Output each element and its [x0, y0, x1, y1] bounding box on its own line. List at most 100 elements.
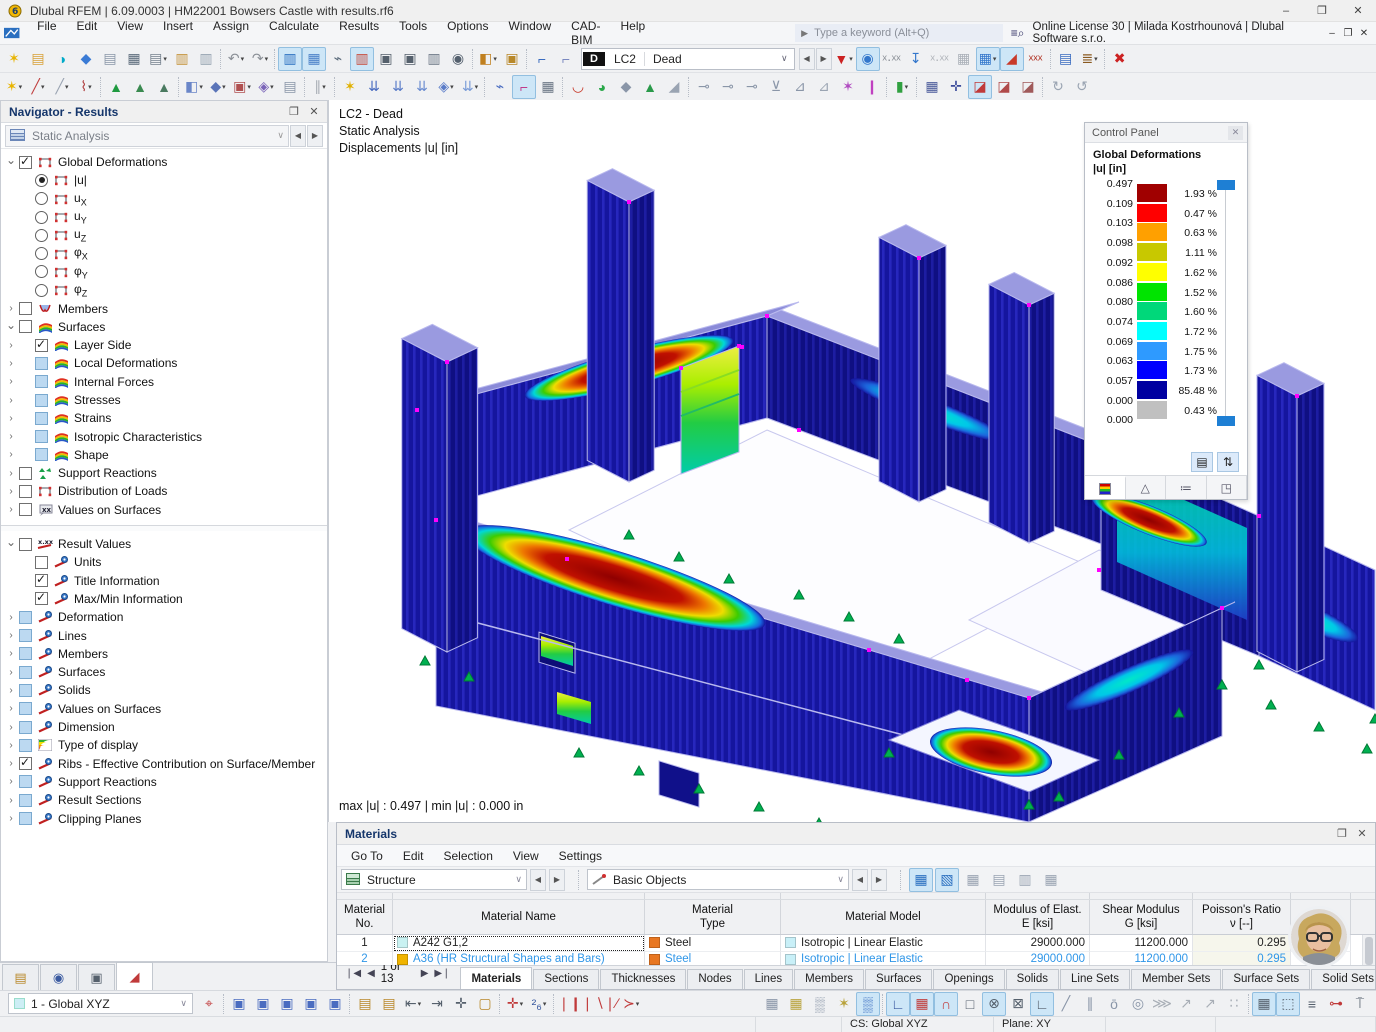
column-header[interactable]: Material Type: [645, 900, 781, 934]
sel-marquee-icon[interactable]: ⬚: [1276, 991, 1300, 1016]
display-item-values-on-surfaces[interactable]: › Values on Surfaces: [3, 700, 327, 718]
checkbox[interactable]: [19, 775, 32, 789]
report-icon[interactable]: ▥: [194, 47, 218, 71]
results-item-z[interactable]: φZ: [3, 281, 327, 299]
snap-box-icon[interactable]: ⊠: [1006, 992, 1030, 1016]
checkbox[interactable]: [35, 555, 48, 569]
tab-navigator[interactable]: ▤: [2, 964, 39, 990]
results-item-local-deformations[interactable]: › Local Deformations: [3, 354, 327, 372]
results-item-distribution-of-loads[interactable]: › Distribution of Loads: [3, 482, 327, 500]
expand-icon[interactable]: ›: [3, 703, 19, 714]
mesh-icon[interactable]: ▦: [920, 75, 944, 99]
new-line-icon[interactable]: ╱ ▾: [26, 75, 50, 99]
checkbox[interactable]: [35, 375, 48, 389]
grid-snap-icon[interactable]: ▦: [910, 991, 934, 1016]
display-item-solids[interactable]: › Solids: [3, 681, 327, 699]
tab-ribs[interactable]: ◳: [1207, 476, 1247, 499]
chart-icon[interactable]: ⌁: [488, 75, 512, 99]
column-header[interactable]: Material Model: [781, 900, 986, 934]
minimize-button[interactable]: –: [1268, 0, 1304, 22]
checkbox[interactable]: [19, 466, 32, 480]
table-tab-surface-sets[interactable]: Surface Sets: [1222, 969, 1311, 989]
table-tab-solids[interactable]: Solids: [1005, 969, 1059, 989]
expand-icon[interactable]: ›: [3, 376, 19, 387]
display-item-ribs-effective-contribution-on-surface-member[interactable]: › Ribs - Effective Contribution on Surfac…: [3, 755, 327, 773]
end-release-icon[interactable]: ⊿: [812, 75, 836, 99]
table-tab-solid-sets[interactable]: Solid Sets: [1311, 969, 1375, 989]
expand-icon[interactable]: ›: [3, 413, 19, 424]
nodal-support-icon[interactable]: ▲: [104, 75, 128, 99]
clip-xy-icon[interactable]: ◪: [968, 74, 992, 99]
ghost-structure-icon[interactable]: ▦: [952, 47, 976, 71]
show-results-icon[interactable]: ◉: [855, 46, 880, 71]
checkbox[interactable]: [19, 738, 32, 752]
magic-wand-icon[interactable]: ✶: [836, 75, 860, 99]
values-deformed-icon[interactable]: ˣ·ˣˣ: [928, 47, 952, 71]
new-opening-icon[interactable]: ▣ ▾: [230, 75, 254, 99]
table-group-select[interactable]: Structure ∨: [341, 869, 527, 890]
sel-grid-icon[interactable]: ▦: [1252, 991, 1276, 1016]
checkbox[interactable]: [19, 302, 32, 316]
table-tab-sections[interactable]: Sections: [533, 969, 600, 989]
table-edit-icon[interactable]: ▤: [987, 868, 1011, 892]
results-item-surfaces[interactable]: ⌄ Surfaces: [3, 318, 327, 336]
expand-icon[interactable]: ›: [3, 776, 19, 787]
member-diagram-icon[interactable]: ◡: [566, 75, 590, 99]
doc-restore-button[interactable]: ❐: [1340, 28, 1356, 39]
work-plane-icon[interactable]: ⌖: [197, 992, 221, 1016]
hinge-1-icon[interactable]: ⊸: [692, 75, 716, 99]
result-values-icon[interactable]: ˣ·ˣˣ: [880, 47, 904, 71]
expand-icon[interactable]: ›: [3, 795, 19, 806]
snap-ext3-icon[interactable]: ↗: [1198, 992, 1222, 1016]
pin-drop-icon[interactable]: ❙: [860, 75, 884, 99]
navigator-float-button[interactable]: ❐: [285, 105, 303, 118]
undo-icon[interactable]: ↶ ▾: [224, 47, 248, 71]
analysis-prev-button[interactable]: ◀: [290, 124, 306, 147]
member-load-icon[interactable]: ⇊: [362, 75, 386, 99]
rotate-ccw-icon[interactable]: ↺: [1070, 75, 1094, 99]
results-item-support-reactions[interactable]: › Support Reactions: [3, 464, 327, 482]
move-icon[interactable]: ▣: [227, 992, 251, 1016]
display-item-title-information[interactable]: Title Information: [3, 572, 327, 590]
analysis-type-select[interactable]: Static Analysis ∨: [5, 124, 289, 147]
last-page-button[interactable]: ▶❘: [434, 968, 450, 979]
list-table-icon[interactable]: ▥: [422, 47, 446, 71]
model-viewport[interactable]: LC2 - Dead Static Analysis Displacements…: [328, 100, 1376, 822]
new-block-icon[interactable]: ◈ ▾: [254, 75, 278, 99]
checkbox[interactable]: [19, 665, 32, 679]
results-item-isotropic-characteristics[interactable]: › Isotropic Characteristics: [3, 427, 327, 445]
expand-icon[interactable]: ›: [3, 431, 19, 442]
pick-icon[interactable]: ✛: [449, 992, 473, 1016]
first-page-button[interactable]: ❘◀: [345, 968, 361, 979]
new-model-icon[interactable]: ✶: [2, 47, 26, 71]
cell-material-name[interactable]: A242 G1,2: [393, 935, 645, 952]
clip-yz-icon[interactable]: ◪: [992, 75, 1016, 99]
ortho-icon[interactable]: ∟: [886, 991, 910, 1016]
result-on-deformed-icon[interactable]: ↧: [904, 47, 928, 71]
rotate-icon[interactable]: ▣: [251, 992, 275, 1016]
table-tab-line-sets[interactable]: Line Sets: [1060, 969, 1130, 989]
materials-menu-view[interactable]: View: [505, 847, 551, 865]
load-case-prev-button[interactable]: ◀: [798, 47, 815, 70]
table-grid-icon[interactable]: ▦: [302, 46, 326, 71]
snap-dots-icon[interactable]: ∷: [1222, 992, 1246, 1016]
materials-menu-settings[interactable]: Settings: [551, 847, 614, 865]
radio-button[interactable]: [35, 283, 48, 297]
expand-icon[interactable]: ›: [3, 813, 19, 824]
display-item-support-reactions[interactable]: › Support Reactions: [3, 773, 327, 791]
column-header[interactable]: Material No.: [337, 900, 393, 934]
new-surface-icon[interactable]: ◧ ▾: [182, 75, 206, 99]
table-tab-surfaces[interactable]: Surfaces: [865, 969, 933, 989]
eccentricity-icon[interactable]: ⊻: [764, 75, 788, 99]
tab-camera[interactable]: ▣: [78, 964, 115, 990]
support-results-icon[interactable]: ▲: [638, 75, 662, 99]
snap-tangent-icon[interactable]: ō: [1102, 992, 1126, 1016]
expand-icon[interactable]: ›: [3, 667, 19, 678]
materials-close-button[interactable]: ✕: [1353, 827, 1371, 840]
results-item-u[interactable]: |u|: [3, 171, 327, 189]
surface-support-icon[interactable]: ▲: [152, 75, 176, 99]
new-solid-icon[interactable]: ◆ ▾: [206, 75, 230, 99]
axes-icon[interactable]: ❘❙❘: [557, 992, 594, 1016]
category-prev-button[interactable]: ◀: [852, 868, 868, 891]
results-item-stresses[interactable]: › Stresses: [3, 391, 327, 409]
